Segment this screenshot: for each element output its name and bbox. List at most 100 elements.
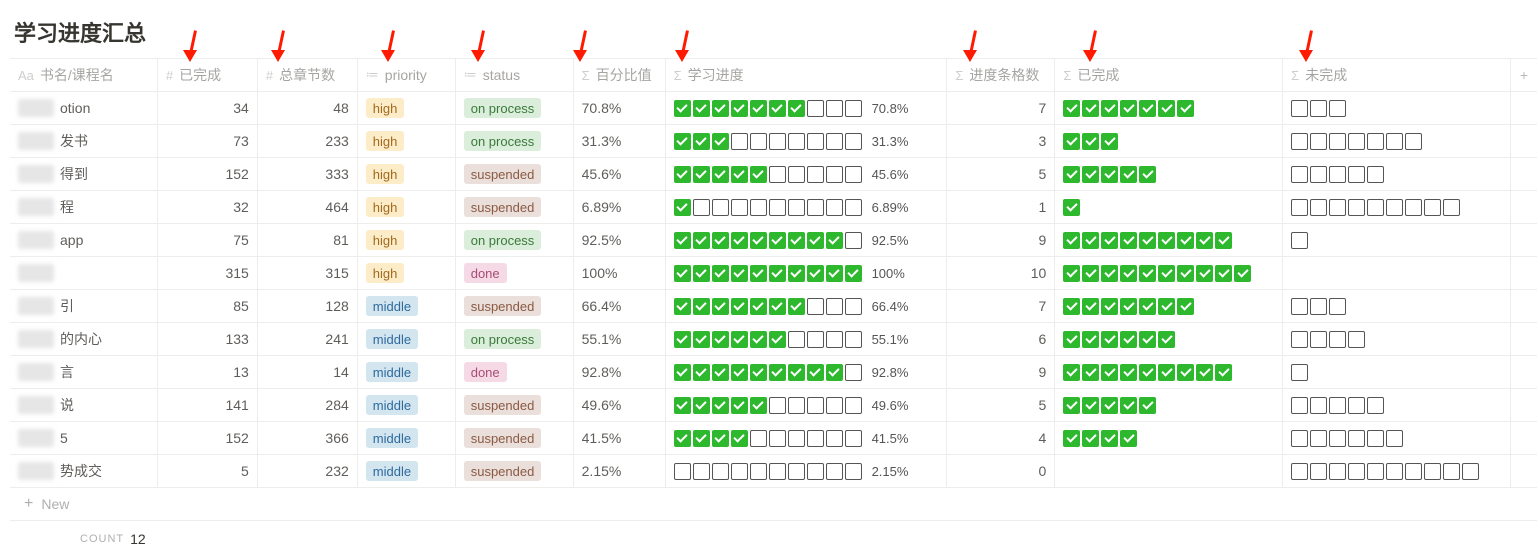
cell-status[interactable]: suspended — [456, 422, 574, 454]
cell-percent[interactable]: 70.8% — [574, 92, 666, 124]
cell-bars[interactable]: 5 — [947, 389, 1055, 421]
cell-progress[interactable]: 100% — [666, 257, 948, 289]
col-header-name[interactable]: Aa书名/课程名 — [10, 59, 158, 91]
table-row[interactable]: 得到152333highsuspended45.6%45.6%5 — [10, 158, 1537, 191]
cell-done[interactable]: 133 — [158, 323, 258, 355]
cell-bars[interactable]: 5 — [947, 158, 1055, 190]
cell-undone-boxes[interactable] — [1283, 125, 1511, 157]
cell-status[interactable]: on process — [456, 92, 574, 124]
cell-done[interactable]: 141 — [158, 389, 258, 421]
table-row[interactable]: app7581highon process92.5%92.5%9 — [10, 224, 1537, 257]
cell-priority[interactable]: middle — [358, 356, 456, 388]
cell-total[interactable]: 315 — [258, 257, 358, 289]
cell-done[interactable]: 32 — [158, 191, 258, 223]
cell-progress[interactable]: 92.8% — [666, 356, 948, 388]
cell-progress[interactable]: 49.6% — [666, 389, 948, 421]
cell-undone-boxes[interactable] — [1283, 290, 1511, 322]
cell-done-boxes[interactable] — [1055, 422, 1283, 454]
cell-status[interactable]: on process — [456, 224, 574, 256]
cell-done-boxes[interactable] — [1055, 455, 1283, 487]
col-header-priority[interactable]: ≔priority — [358, 59, 456, 91]
cell-priority[interactable]: middle — [358, 323, 456, 355]
col-header-done[interactable]: #已完成 — [158, 59, 258, 91]
cell-bars[interactable]: 0 — [947, 455, 1055, 487]
cell-percent[interactable]: 100% — [574, 257, 666, 289]
cell-name[interactable]: 发书 — [10, 125, 158, 157]
cell-done[interactable]: 85 — [158, 290, 258, 322]
cell-name[interactable]: 势成交 — [10, 455, 158, 487]
cell-progress[interactable]: 70.8% — [666, 92, 948, 124]
table-row[interactable]: 引85128middlesuspended66.4%66.4%7 — [10, 290, 1537, 323]
cell-priority[interactable]: high — [358, 92, 456, 124]
cell-name[interactable]: 得到 — [10, 158, 158, 190]
cell-percent[interactable]: 31.3% — [574, 125, 666, 157]
cell-name[interactable]: 引 — [10, 290, 158, 322]
cell-priority[interactable]: high — [358, 257, 456, 289]
cell-undone-boxes[interactable] — [1283, 455, 1511, 487]
cell-percent[interactable]: 66.4% — [574, 290, 666, 322]
cell-undone-boxes[interactable] — [1283, 356, 1511, 388]
cell-done-boxes[interactable] — [1055, 92, 1283, 124]
cell-bars[interactable]: 9 — [947, 224, 1055, 256]
cell-status[interactable]: suspended — [456, 158, 574, 190]
cell-done-boxes[interactable] — [1055, 224, 1283, 256]
cell-status[interactable]: done — [456, 257, 574, 289]
cell-bars[interactable]: 9 — [947, 356, 1055, 388]
col-header-progress[interactable]: Σ学习进度 — [666, 59, 948, 91]
table-row[interactable]: 说141284middlesuspended49.6%49.6%5 — [10, 389, 1537, 422]
cell-done[interactable]: 5 — [158, 455, 258, 487]
cell-status[interactable]: on process — [456, 125, 574, 157]
add-column-button[interactable]: + — [1511, 59, 1537, 91]
cell-done-boxes[interactable] — [1055, 158, 1283, 190]
cell-bars[interactable]: 7 — [947, 290, 1055, 322]
cell-priority[interactable]: middle — [358, 422, 456, 454]
cell-done[interactable]: 75 — [158, 224, 258, 256]
cell-percent[interactable]: 55.1% — [574, 323, 666, 355]
cell-priority[interactable]: high — [358, 158, 456, 190]
cell-done-boxes[interactable] — [1055, 125, 1283, 157]
cell-bars[interactable]: 1 — [947, 191, 1055, 223]
table-row[interactable]: 言1314middledone92.8%92.8%9 — [10, 356, 1537, 389]
cell-progress[interactable]: 45.6% — [666, 158, 948, 190]
cell-bars[interactable]: 6 — [947, 323, 1055, 355]
cell-done[interactable]: 73 — [158, 125, 258, 157]
cell-done-boxes[interactable] — [1055, 323, 1283, 355]
cell-undone-boxes[interactable] — [1283, 389, 1511, 421]
cell-total[interactable]: 284 — [258, 389, 358, 421]
cell-bars[interactable]: 10 — [947, 257, 1055, 289]
cell-total[interactable]: 333 — [258, 158, 358, 190]
col-header-percent[interactable]: Σ百分比值 — [574, 59, 666, 91]
cell-status[interactable]: suspended — [456, 455, 574, 487]
cell-status[interactable]: suspended — [456, 290, 574, 322]
cell-undone-boxes[interactable] — [1283, 158, 1511, 190]
cell-progress[interactable]: 2.15% — [666, 455, 948, 487]
cell-name[interactable]: 的内心 — [10, 323, 158, 355]
cell-status[interactable]: done — [456, 356, 574, 388]
cell-name[interactable]: 说 — [10, 389, 158, 421]
table-row[interactable]: 的内心133241middleon process55.1%55.1%6 — [10, 323, 1537, 356]
cell-total[interactable]: 232 — [258, 455, 358, 487]
cell-percent[interactable]: 45.6% — [574, 158, 666, 190]
cell-percent[interactable]: 49.6% — [574, 389, 666, 421]
cell-progress[interactable]: 66.4% — [666, 290, 948, 322]
table-row[interactable]: 315315highdone100%100%10 — [10, 257, 1537, 290]
cell-done-boxes[interactable] — [1055, 389, 1283, 421]
cell-done-boxes[interactable] — [1055, 257, 1283, 289]
new-row-button[interactable]: + New — [10, 488, 1537, 521]
cell-priority[interactable]: high — [358, 125, 456, 157]
cell-done[interactable]: 152 — [158, 158, 258, 190]
table-row[interactable]: otion3448highon process70.8%70.8%7 — [10, 92, 1537, 125]
cell-done[interactable]: 152 — [158, 422, 258, 454]
cell-percent[interactable]: 41.5% — [574, 422, 666, 454]
cell-total[interactable]: 233 — [258, 125, 358, 157]
cell-percent[interactable]: 92.8% — [574, 356, 666, 388]
cell-name[interactable]: 5 — [10, 422, 158, 454]
cell-name[interactable]: otion — [10, 92, 158, 124]
cell-undone-boxes[interactable] — [1283, 191, 1511, 223]
cell-done[interactable]: 34 — [158, 92, 258, 124]
cell-status[interactable]: suspended — [456, 191, 574, 223]
cell-done-boxes[interactable] — [1055, 356, 1283, 388]
cell-priority[interactable]: high — [358, 224, 456, 256]
cell-total[interactable]: 81 — [258, 224, 358, 256]
col-header-undone[interactable]: Σ未完成 — [1283, 59, 1511, 91]
